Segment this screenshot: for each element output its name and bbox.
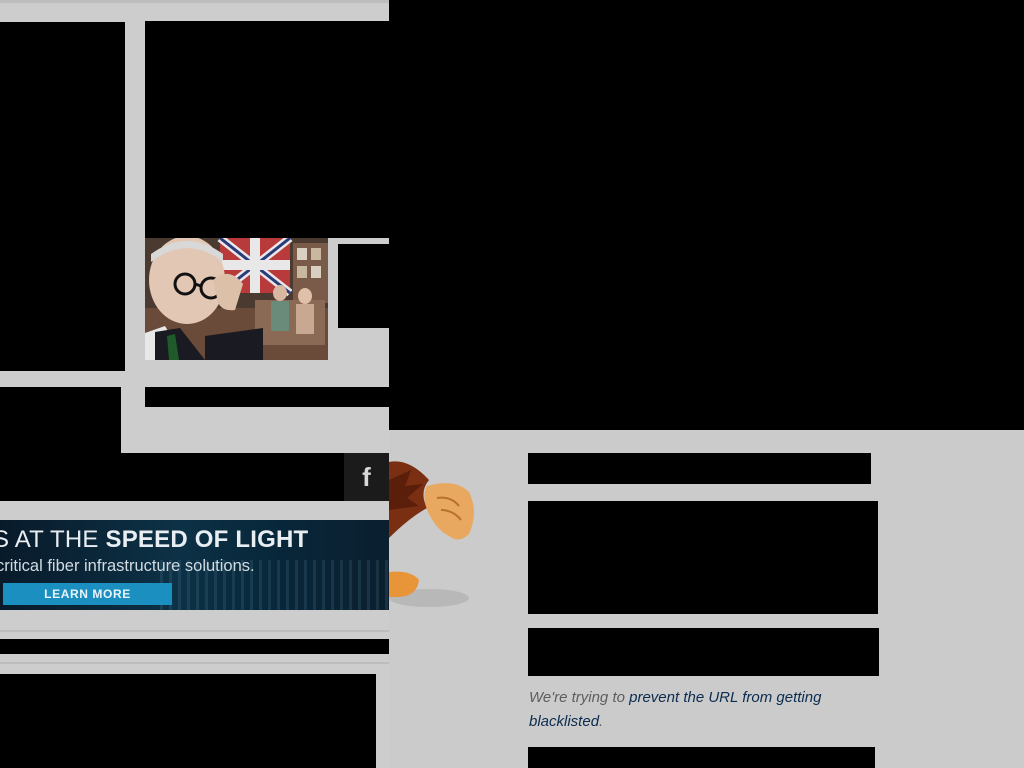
divider-line	[0, 662, 389, 664]
banner-headline: S AT THE SPEED OF LIGHT	[0, 526, 308, 554]
redacted-error-footer	[528, 747, 875, 768]
redacted-share-bar	[0, 453, 344, 501]
banner-headline-bold: SPEED OF LIGHT	[105, 526, 309, 553]
top-divider	[0, 0, 389, 3]
ad-banner[interactable]: S AT THE SPEED OF LIGHT critical fiber i…	[0, 520, 389, 610]
mascot-illustration	[389, 461, 474, 607]
redacted-sidebar-block	[0, 22, 125, 371]
facebook-share-button[interactable]: f	[344, 453, 389, 501]
facebook-icon: f	[362, 462, 371, 492]
message-suffix: .	[599, 713, 604, 730]
redacted-left-snippet	[0, 387, 121, 453]
redacted-article-block	[145, 21, 389, 238]
redacted-error-body	[528, 501, 878, 614]
redacted-error-title	[528, 453, 871, 484]
article-thumbnail[interactable]	[145, 238, 328, 360]
redacted-header-block	[389, 0, 1024, 430]
redacted-footer-line	[0, 639, 389, 654]
background-page: f S AT THE SPEED OF LIGHT critical fiber…	[0, 0, 389, 768]
message-prefix: We're trying to	[529, 689, 630, 706]
redacted-error-details	[528, 628, 879, 676]
learn-more-button[interactable]: LEARN MORE	[3, 583, 172, 605]
banner-headline-prefix: S AT THE	[0, 526, 106, 553]
redacted-bottom-block	[0, 674, 376, 768]
blacklist-message: We're trying to prevent the URL from get…	[529, 686, 879, 734]
redacted-side-snippet	[338, 244, 389, 328]
thumbnail-image	[145, 238, 328, 360]
divider-line	[0, 630, 389, 632]
banner-subline: critical fiber infrastructure solutions.	[0, 557, 255, 575]
redacted-caption	[145, 387, 389, 407]
